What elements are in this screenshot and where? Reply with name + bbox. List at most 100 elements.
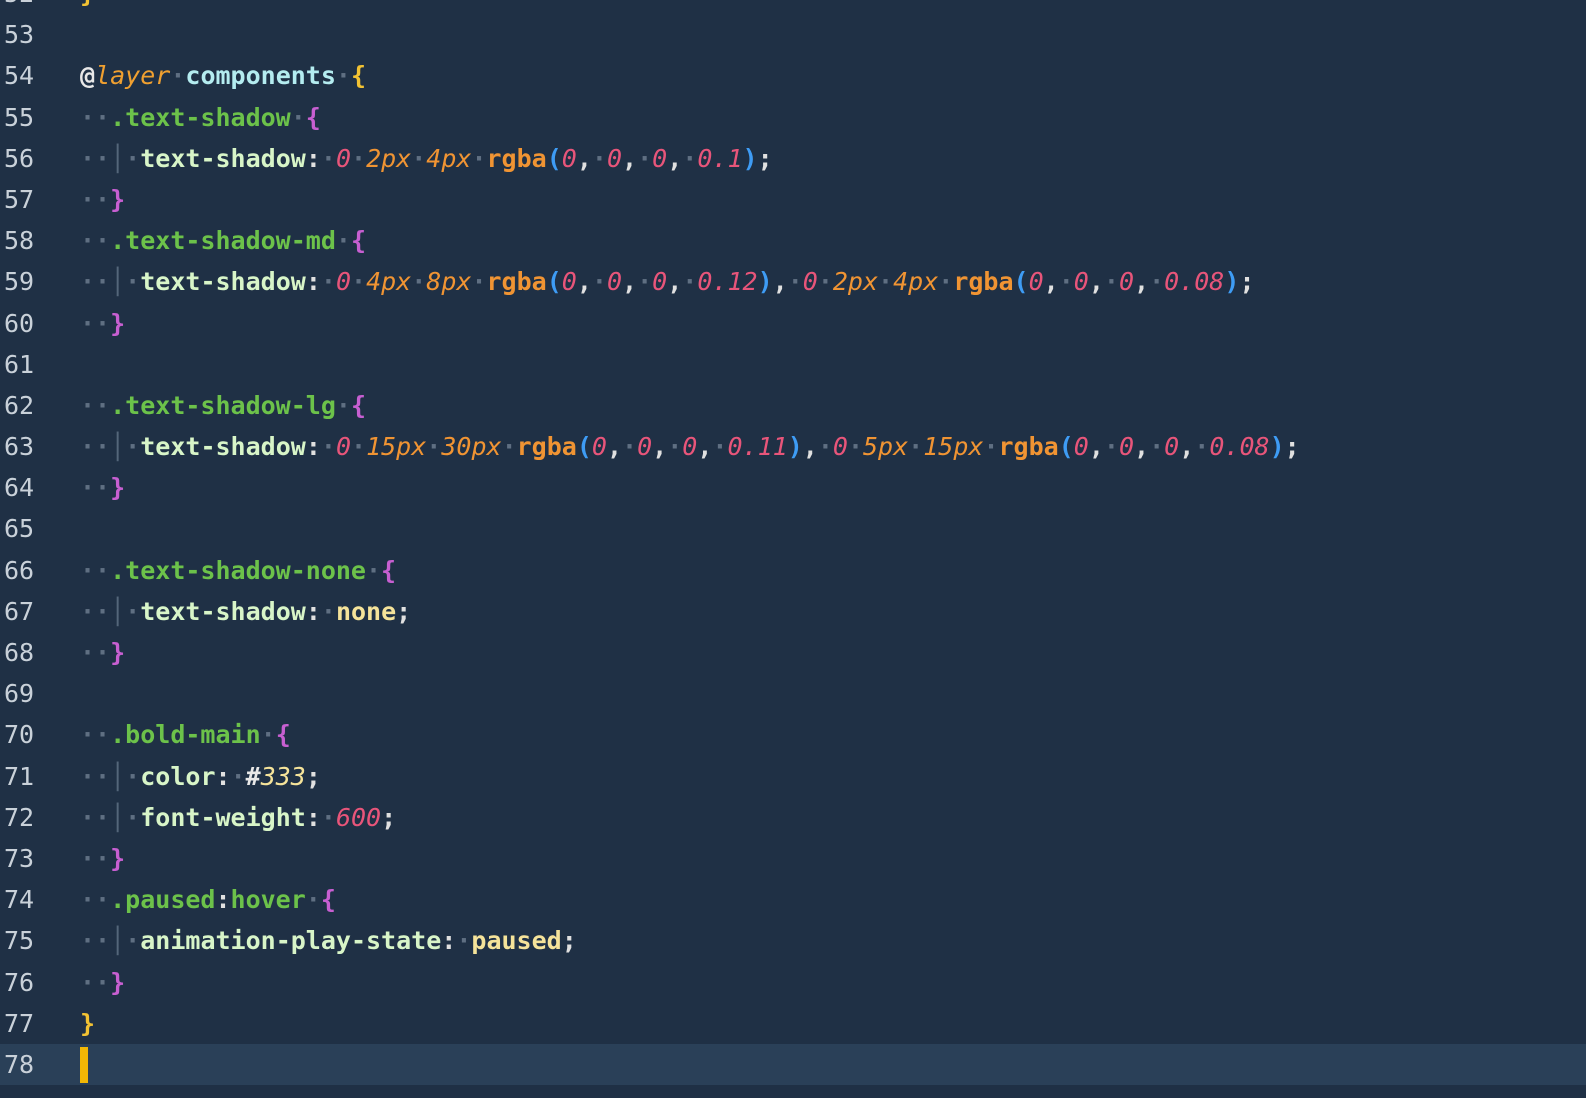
code-line[interactable]: 74 ··.paused:hover·{	[0, 879, 1586, 920]
code-line[interactable]: 69	[0, 673, 1586, 714]
token-punct: ,	[622, 267, 638, 297]
code-line[interactable]: 75 ··│·animation-play-state:·paused;	[0, 920, 1586, 961]
token-ws: ·	[411, 267, 427, 297]
code-line[interactable]: 64 ··}	[0, 467, 1586, 508]
token-fn: rgba	[998, 432, 1059, 462]
token-num: 0.12	[697, 267, 758, 297]
code-line[interactable]: 62 ··.text-shadow-lg·{	[0, 385, 1586, 426]
token-ws: ·	[1103, 432, 1119, 462]
text-cursor	[80, 1046, 88, 1083]
token-punct: ;	[1284, 432, 1300, 462]
token-ws: ·	[1149, 432, 1165, 462]
token-unit: 2px	[832, 267, 879, 297]
token-ws: ·	[622, 432, 638, 462]
code-line[interactable]: 68 ··}	[0, 632, 1586, 673]
code-line[interactable]: 54 @layer·components·{	[0, 55, 1586, 96]
code-editor[interactable]: 52}5354@layer·components·{55··.text-shad…	[0, 0, 1586, 1098]
token-ws: ··	[80, 390, 111, 420]
code-line[interactable]: 77}	[0, 1003, 1586, 1044]
token-ws: ·	[878, 267, 894, 297]
token-num: 0	[1028, 267, 1044, 297]
line-content: ··│·text-shadow:·none;	[80, 591, 411, 632]
code-line[interactable]: 55 ··.text-shadow·{	[0, 97, 1586, 138]
code-line[interactable]: 53	[0, 14, 1586, 55]
token-paren: (	[576, 432, 592, 462]
code-line[interactable]: 76 ··}	[0, 962, 1586, 1003]
code-line[interactable]: 67 ··│·text-shadow:·none;	[0, 591, 1586, 632]
code-line[interactable]: 52}	[0, 0, 1586, 14]
line-number: 68	[4, 638, 35, 667]
line-content: ··.text-shadow-lg·{	[80, 385, 366, 426]
code-line[interactable]: 57 ··}	[0, 179, 1586, 220]
token-prop: text-shadow	[140, 143, 306, 173]
token-ws: ··	[80, 720, 111, 750]
line-number: 71	[4, 761, 35, 791]
token-brace-y: {	[350, 61, 367, 91]
token-punct: ;	[561, 926, 577, 956]
token-ws: ·	[230, 761, 246, 791]
token-num: 600	[335, 802, 382, 832]
token-sel: .text-shadow-none	[110, 555, 366, 585]
line-number: 69	[4, 679, 35, 709]
token-punct: ,	[1179, 432, 1195, 462]
token-num: 0	[606, 143, 623, 173]
code-line[interactable]: 58 ··.text-shadow-md·{	[0, 220, 1586, 261]
line-number: 64	[4, 473, 35, 503]
token-ws: ··	[80, 885, 111, 915]
token-hex: 333	[260, 761, 306, 791]
token-num: 0	[1073, 267, 1089, 297]
token-punct: ,	[1043, 267, 1059, 297]
token-punct: ,	[576, 267, 592, 297]
line-content: ··.bold-main·{	[80, 714, 291, 755]
code-line[interactable]: 66 ··.text-shadow-none·{	[0, 550, 1586, 591]
token-brace-p: {	[305, 102, 321, 132]
token-ws: ··	[80, 267, 111, 297]
line-number: 75	[4, 926, 35, 956]
code-area[interactable]: 52}5354@layer·components·{55··.text-shad…	[0, 0, 1586, 1086]
line-content: ··│·font-weight:·600;	[80, 797, 396, 838]
token-paren: (	[1058, 432, 1074, 462]
code-line[interactable]: 61	[0, 344, 1586, 385]
code-line[interactable]: 65	[0, 508, 1586, 549]
token-ws: ·	[320, 143, 336, 173]
token-ws: ·	[351, 143, 367, 173]
token-brace-p: {	[320, 885, 336, 915]
token-num: 0	[591, 432, 607, 462]
code-line[interactable]: 72 ··│·font-weight:·600;	[0, 797, 1586, 838]
code-line[interactable]: 60 ··}	[0, 303, 1586, 344]
token-ws: ··	[80, 967, 111, 997]
token-ws: ·	[1103, 267, 1119, 297]
line-number: 59	[4, 267, 35, 297]
token-brace-y: }	[80, 1008, 96, 1038]
token-ws: ·	[125, 761, 141, 791]
token-ws: ·	[320, 432, 336, 462]
token-brace-p: {	[350, 390, 367, 420]
line-number: 63	[4, 432, 35, 462]
code-line[interactable]: 70 ··.bold-main·{	[0, 714, 1586, 755]
token-ws: ·	[411, 143, 427, 173]
code-line[interactable]: 59 ··│·text-shadow:·0·4px·8px·rgba(0,·0,·…	[0, 261, 1586, 302]
token-ws: ··	[80, 184, 111, 214]
token-ws: ·	[351, 267, 367, 297]
code-line[interactable]: 63 ··│·text-shadow:·0·15px·30px·rgba(0,·0…	[0, 426, 1586, 467]
token-ws: ··	[80, 761, 111, 791]
token-fn: rgba	[953, 267, 1014, 297]
code-line[interactable]: 71 ··│·color:·#333;	[0, 756, 1586, 797]
line-number: 61	[4, 349, 35, 379]
token-sel: hover	[230, 885, 306, 915]
token-punct: ,	[1088, 432, 1104, 462]
line-content: ··.paused:hover·{	[80, 879, 336, 920]
code-line[interactable]: 73 ··}	[0, 838, 1586, 879]
token-ws: ·	[667, 432, 683, 462]
token-num: 0	[1118, 432, 1135, 462]
code-line[interactable]: 56 ··│·text-shadow:·0·2px·4px·rgba(0,·0,·…	[0, 138, 1586, 179]
token-sel: .text-shadow-md	[110, 226, 336, 256]
code-line[interactable]: 78	[0, 1043, 1586, 1086]
token-ws: ·	[335, 61, 351, 91]
line-number: 58	[4, 226, 35, 256]
token-punct: ,	[652, 432, 668, 462]
token-punct: ,	[697, 432, 713, 462]
token-brace-p: }	[110, 967, 126, 997]
token-ws: ·	[983, 432, 999, 462]
token-punct: ,	[1088, 267, 1104, 297]
